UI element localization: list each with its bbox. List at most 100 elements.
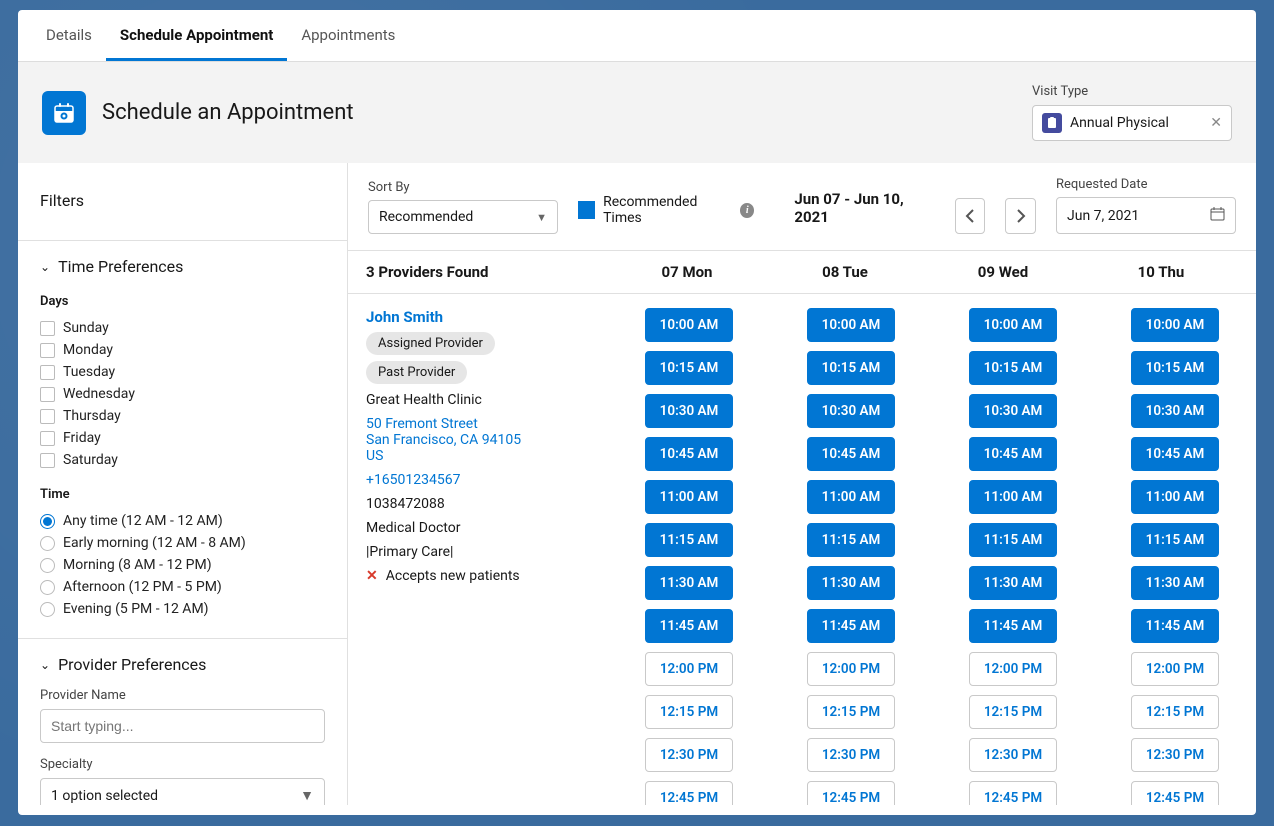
day-checkbox-saturday[interactable]: Saturday: [40, 449, 325, 471]
radio-icon[interactable]: [40, 558, 55, 573]
time-radio-option[interactable]: Early morning (12 AM - 8 AM): [40, 532, 325, 554]
time-radio-option[interactable]: Any time (12 AM - 12 AM): [40, 510, 325, 532]
time-slot-button[interactable]: 11:00 AM: [645, 480, 733, 514]
time-slot-button[interactable]: 11:45 AM: [1131, 609, 1219, 643]
next-date-button[interactable]: [1005, 198, 1036, 234]
time-slot-button[interactable]: 11:30 AM: [969, 566, 1057, 600]
prev-date-button[interactable]: [955, 198, 986, 234]
requested-date-input[interactable]: Jun 7, 2021: [1056, 197, 1236, 234]
visit-type-chip[interactable]: Annual Physical ✕: [1032, 105, 1232, 141]
time-slot-button[interactable]: 12:00 PM: [645, 652, 733, 686]
specialty-select[interactable]: 1 option selected ▼: [40, 778, 325, 805]
time-slot-button[interactable]: 12:15 PM: [807, 695, 895, 729]
checkbox-icon[interactable]: [40, 453, 55, 468]
page-title: Schedule an Appointment: [102, 100, 354, 125]
time-slot-button[interactable]: 10:15 AM: [645, 351, 733, 385]
provider-preferences-toggle[interactable]: ⌄ Provider Preferences: [40, 655, 325, 688]
phone-link[interactable]: +16501234567: [366, 472, 594, 488]
time-radio-option[interactable]: Evening (5 PM - 12 AM): [40, 598, 325, 620]
address-line-1[interactable]: 50 Fremont Street: [366, 416, 594, 432]
checkbox-icon[interactable]: [40, 387, 55, 402]
provider-role: Medical Doctor: [366, 520, 594, 536]
time-slot-button[interactable]: 10:45 AM: [807, 437, 895, 471]
radio-icon[interactable]: [40, 536, 55, 551]
time-slot-button[interactable]: 11:15 AM: [645, 523, 733, 557]
day-checkbox-friday[interactable]: Friday: [40, 427, 325, 449]
time-slot-button[interactable]: 12:00 PM: [807, 652, 895, 686]
tab-appointments[interactable]: Appointments: [287, 10, 409, 61]
time-preferences-toggle[interactable]: ⌄ Time Preferences: [40, 257, 325, 290]
time-slot-button[interactable]: 10:30 AM: [807, 394, 895, 428]
time-slot-button[interactable]: 10:45 AM: [645, 437, 733, 471]
time-slot-button[interactable]: 12:15 PM: [645, 695, 733, 729]
info-icon[interactable]: i: [740, 203, 754, 218]
time-slot-button[interactable]: 12:45 PM: [645, 781, 733, 805]
address-line-3[interactable]: US: [366, 448, 594, 464]
time-slot-button[interactable]: 12:00 PM: [969, 652, 1057, 686]
time-slot-button[interactable]: 11:00 AM: [1131, 480, 1219, 514]
time-slot-button[interactable]: 12:45 PM: [1131, 781, 1219, 805]
filters-title: Filters: [18, 163, 347, 240]
time-slot-button[interactable]: 10:15 AM: [1131, 351, 1219, 385]
specialty-value: 1 option selected: [51, 788, 158, 804]
time-slot-button[interactable]: 11:30 AM: [807, 566, 895, 600]
time-slot-button[interactable]: 12:15 PM: [1131, 695, 1219, 729]
time-slot-button[interactable]: 11:00 AM: [807, 480, 895, 514]
time-slot-button[interactable]: 10:15 AM: [969, 351, 1057, 385]
day-checkbox-sunday[interactable]: Sunday: [40, 317, 325, 339]
time-slot-button[interactable]: 10:00 AM: [1131, 308, 1219, 342]
time-slot-button[interactable]: 11:45 AM: [807, 609, 895, 643]
time-slot-button[interactable]: 11:45 AM: [969, 609, 1057, 643]
time-radio-option[interactable]: Afternoon (12 PM - 5 PM): [40, 576, 325, 598]
time-slot-button[interactable]: 10:45 AM: [969, 437, 1057, 471]
day-checkbox-tuesday[interactable]: Tuesday: [40, 361, 325, 383]
checkbox-icon[interactable]: [40, 321, 55, 336]
time-slot-button[interactable]: 11:15 AM: [1131, 523, 1219, 557]
clinic-name: Great Health Clinic: [366, 392, 594, 408]
radio-icon[interactable]: [40, 514, 55, 529]
provider-name-link[interactable]: John Smith: [366, 308, 594, 326]
day-checkbox-thursday[interactable]: Thursday: [40, 405, 325, 427]
time-slot-button[interactable]: 10:15 AM: [807, 351, 895, 385]
time-slot-button[interactable]: 12:15 PM: [969, 695, 1057, 729]
checkbox-icon[interactable]: [40, 409, 55, 424]
time-slot-button[interactable]: 12:30 PM: [969, 738, 1057, 772]
remove-visit-type-button[interactable]: ✕: [1210, 115, 1222, 131]
time-slot-button[interactable]: 11:45 AM: [645, 609, 733, 643]
tab-details[interactable]: Details: [32, 10, 106, 61]
time-slot-button[interactable]: 12:30 PM: [645, 738, 733, 772]
time-slot-button[interactable]: 12:00 PM: [1131, 652, 1219, 686]
address-line-2[interactable]: San Francisco, CA 94105: [366, 432, 594, 448]
schedule-grid-body[interactable]: John Smith Assigned Provider Past Provid…: [348, 294, 1256, 805]
time-slot-button[interactable]: 12:45 PM: [969, 781, 1057, 805]
time-slot-button[interactable]: 10:00 AM: [645, 308, 733, 342]
provider-name-input[interactable]: [40, 709, 325, 743]
providers-found-label: 3 Providers Found: [348, 263, 608, 281]
checkbox-icon[interactable]: [40, 365, 55, 380]
time-slot-button[interactable]: 10:00 AM: [969, 308, 1057, 342]
time-slot-button[interactable]: 12:30 PM: [1131, 738, 1219, 772]
time-preferences-title: Time Preferences: [58, 257, 183, 276]
time-slot-button[interactable]: 10:30 AM: [645, 394, 733, 428]
time-slot-button[interactable]: 11:30 AM: [645, 566, 733, 600]
time-slot-button[interactable]: 10:45 AM: [1131, 437, 1219, 471]
time-slot-button[interactable]: 11:30 AM: [1131, 566, 1219, 600]
chevron-down-icon: ⌄: [40, 658, 50, 672]
checkbox-icon[interactable]: [40, 431, 55, 446]
time-slot-button[interactable]: 10:30 AM: [1131, 394, 1219, 428]
day-checkbox-monday[interactable]: Monday: [40, 339, 325, 361]
time-slot-button[interactable]: 11:00 AM: [969, 480, 1057, 514]
checkbox-icon[interactable]: [40, 343, 55, 358]
radio-icon[interactable]: [40, 602, 55, 617]
time-slot-button[interactable]: 12:30 PM: [807, 738, 895, 772]
time-slot-button[interactable]: 10:30 AM: [969, 394, 1057, 428]
tab-schedule-appointment[interactable]: Schedule Appointment: [106, 10, 287, 61]
sort-by-select[interactable]: Recommended ▼: [368, 200, 558, 234]
time-slot-button[interactable]: 10:00 AM: [807, 308, 895, 342]
time-slot-button[interactable]: 11:15 AM: [969, 523, 1057, 557]
radio-icon[interactable]: [40, 580, 55, 595]
time-radio-option[interactable]: Morning (8 AM - 12 PM): [40, 554, 325, 576]
time-slot-button[interactable]: 12:45 PM: [807, 781, 895, 805]
day-checkbox-wednesday[interactable]: Wednesday: [40, 383, 325, 405]
time-slot-button[interactable]: 11:15 AM: [807, 523, 895, 557]
